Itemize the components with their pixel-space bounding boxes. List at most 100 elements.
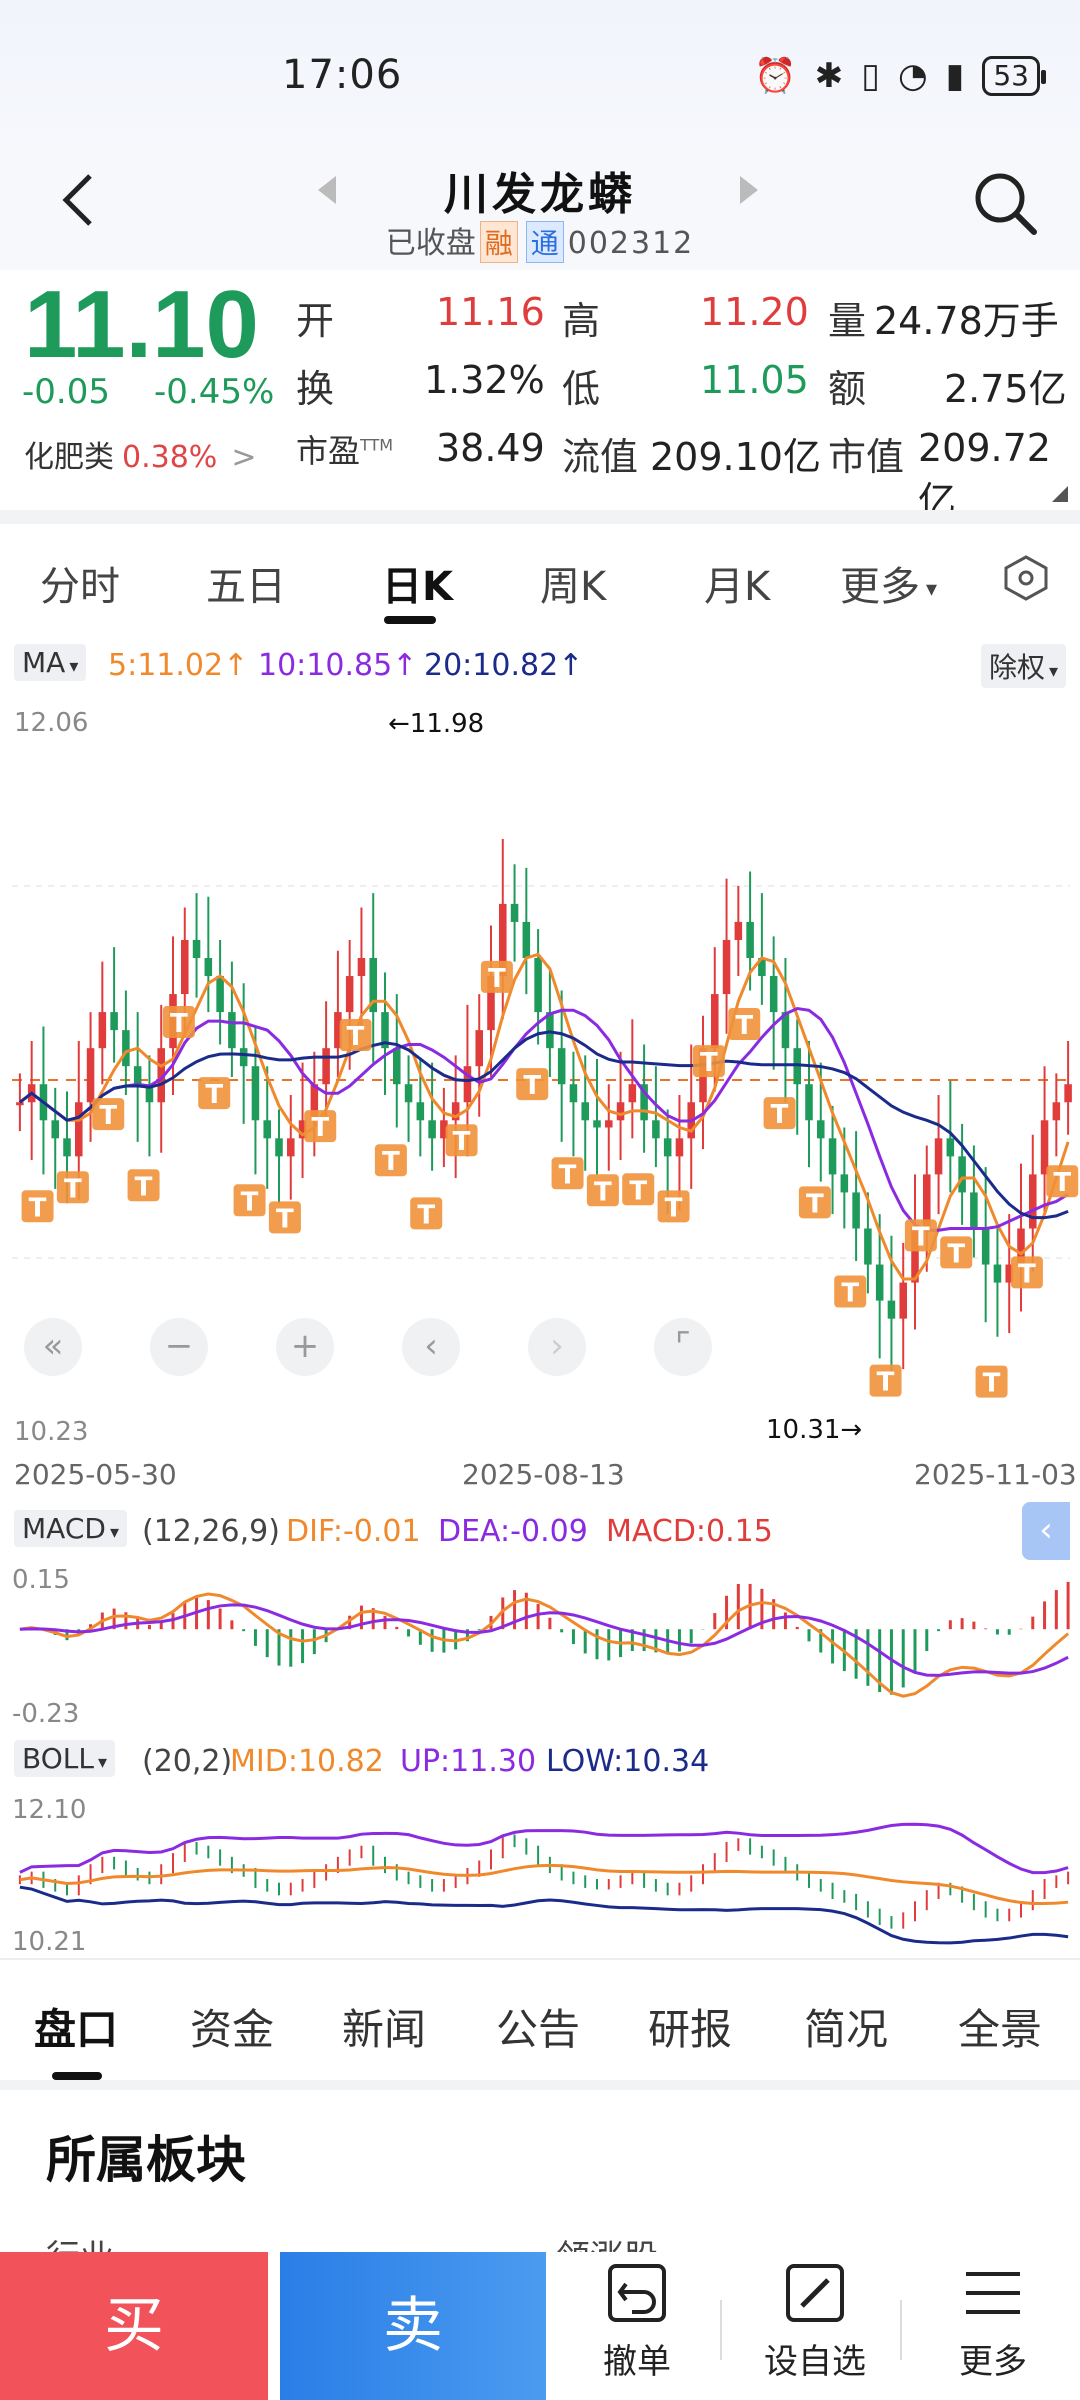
trade-marker-letter: T bbox=[877, 1368, 895, 1398]
candle-body bbox=[181, 939, 189, 995]
boll-select-label: BOLL bbox=[22, 1742, 94, 1775]
tab-research[interactable]: 研报 bbox=[648, 1996, 732, 2057]
macd-chart: 0.15 -0.23 bbox=[12, 1565, 1070, 1729]
high-marker: ←11.98 bbox=[388, 709, 484, 739]
candle-body bbox=[51, 1120, 59, 1139]
adjust-select[interactable]: 除权 ▾ bbox=[980, 644, 1066, 688]
macd-indicator-row: MACD ▾ (12,26,9) DIF:-0.01 DEA:-0.09 MACD… bbox=[0, 1500, 1080, 1560]
tab-weekly-k[interactable]: 周K bbox=[540, 554, 606, 612]
float-cap-value: 209.10亿 bbox=[650, 435, 821, 479]
low-value: 11.05 bbox=[700, 358, 809, 402]
macd-select[interactable]: MACD ▾ bbox=[14, 1510, 127, 1547]
trade-marker-letter: T bbox=[99, 1101, 117, 1131]
edit-icon bbox=[786, 2264, 844, 2322]
signal-icon: ▮ bbox=[945, 56, 965, 96]
tab-orderbook[interactable]: 盘口 bbox=[34, 1996, 118, 2057]
add-favorite-button[interactable]: 设自选 bbox=[730, 2262, 900, 2400]
boll-low: LOW:10.34 bbox=[546, 1744, 710, 1779]
boll-mid-line bbox=[19, 1863, 1069, 1905]
next-stock-arrow-icon[interactable] bbox=[740, 176, 758, 204]
date-start: 2025-05-30 bbox=[14, 1458, 177, 1491]
ma10-line bbox=[18, 1006, 1069, 1232]
candle-body bbox=[722, 939, 731, 995]
period-tabs: 分时 五日 日K 周K 月K 更多 ▾ bbox=[0, 524, 1080, 628]
side-collapse-tab[interactable]: ‹ bbox=[1022, 1502, 1070, 1560]
action-bar: 买 卖 撤单 设自选 更多 bbox=[0, 2252, 1080, 2400]
market-status: 已收盘 bbox=[385, 226, 476, 261]
low-marker: 10.31→ bbox=[766, 1415, 862, 1445]
candle-body bbox=[63, 1138, 71, 1157]
trade-marker-letter: T bbox=[311, 1113, 329, 1143]
tab-five-day[interactable]: 五日 bbox=[206, 554, 286, 612]
trade-marker-letter: T bbox=[488, 964, 506, 994]
zoom-in-button[interactable]: + bbox=[276, 1318, 334, 1376]
tab-daily-k[interactable]: 日K bbox=[382, 554, 453, 612]
tab-monthly-k[interactable]: 月K bbox=[704, 554, 770, 612]
open-label: 开 bbox=[296, 299, 335, 343]
pe-value: 38.49 bbox=[436, 426, 545, 470]
candle-body bbox=[287, 1138, 295, 1157]
caret-down-icon: ▾ bbox=[1048, 661, 1058, 682]
ma10-value: 10:10.85↑ bbox=[258, 648, 418, 683]
candle-body bbox=[593, 1120, 601, 1128]
vibrate-icon: ▯ bbox=[861, 56, 880, 96]
candle-body bbox=[16, 1102, 24, 1106]
candle-body bbox=[828, 1138, 837, 1175]
tab-news[interactable]: 新闻 bbox=[342, 1996, 426, 2057]
trade-marker-letter: T bbox=[700, 1048, 718, 1078]
trade-marker-letter: T bbox=[629, 1176, 647, 1206]
candle-body bbox=[840, 1174, 849, 1193]
sector-link[interactable]: 化肥类 0.38% > bbox=[24, 432, 256, 476]
adjust-label: 除权 bbox=[988, 651, 1045, 684]
turnover-label: 换 bbox=[296, 367, 335, 411]
boll-axis-top: 12.10 bbox=[12, 1795, 86, 1825]
macd-value: MACD:0.15 bbox=[606, 1514, 773, 1549]
settings-hexagon-icon[interactable] bbox=[1002, 554, 1050, 602]
menu-icon bbox=[966, 2272, 1020, 2314]
candle-body bbox=[122, 1030, 130, 1067]
volume-value: 24.78万手 bbox=[874, 299, 1059, 343]
macd-axis-top: 0.15 bbox=[12, 1565, 70, 1595]
more-menu-button[interactable]: 更多 bbox=[908, 2262, 1078, 2400]
cancel-order-button[interactable]: 撤单 bbox=[552, 2262, 722, 2400]
boll-low-line bbox=[19, 1885, 1069, 1945]
expand-corner-icon[interactable] bbox=[1052, 486, 1068, 502]
candle-body bbox=[216, 976, 224, 1013]
trade-marker-letter: T bbox=[983, 1369, 1001, 1399]
tab-overview[interactable]: 全景 bbox=[958, 1996, 1042, 2057]
candle-body bbox=[86, 1048, 95, 1103]
candle-body bbox=[569, 1084, 578, 1103]
sell-button[interactable]: 卖 bbox=[280, 2252, 546, 2400]
candles bbox=[16, 838, 1072, 1373]
buy-button[interactable]: 买 bbox=[0, 2252, 268, 2400]
section-title: 所属板块 bbox=[46, 2131, 246, 2189]
candle-body bbox=[110, 1012, 118, 1031]
candle-body bbox=[251, 1066, 260, 1121]
tab-profile[interactable]: 简况 bbox=[804, 1996, 888, 2057]
stock-subline: 已收盘融通 002312 bbox=[0, 218, 1080, 263]
macd-axis-bottom: -0.23 bbox=[12, 1699, 79, 1729]
amount-label: 额 bbox=[828, 367, 867, 411]
tab-intraday[interactable]: 分时 bbox=[40, 554, 120, 612]
quote-panel: 11.10 -0.05 -0.45% 化肥类 0.38% > 开 11.16 高 1… bbox=[0, 270, 1080, 523]
tab-announcements[interactable]: 公告 bbox=[496, 1996, 580, 2057]
trade-marker-letter: T bbox=[523, 1071, 541, 1101]
scroll-start-button[interactable]: « bbox=[24, 1318, 82, 1376]
scroll-right-button[interactable]: › bbox=[528, 1318, 586, 1376]
tab-capital[interactable]: 资金 bbox=[190, 1996, 274, 2057]
search-icon[interactable] bbox=[970, 168, 1040, 238]
tab-more[interactable]: 更多 ▾ bbox=[840, 554, 937, 612]
high-label: 高 bbox=[562, 299, 601, 343]
scroll-left-button[interactable]: ‹ bbox=[402, 1318, 460, 1376]
ma-select[interactable]: MA ▾ bbox=[14, 644, 87, 681]
boll-indicator-row: BOLL ▾ (20,2) MID:10.82 UP:11.30 LOW:10.3… bbox=[0, 1730, 1080, 1790]
candle-body bbox=[769, 976, 778, 1013]
fullscreen-button[interactable]: ⌜ bbox=[654, 1318, 712, 1376]
macd-dea: DEA:-0.09 bbox=[438, 1514, 588, 1549]
sector-pct: 0.38% bbox=[122, 440, 218, 475]
price-change-pct: -0.45% bbox=[154, 372, 275, 412]
zoom-out-button[interactable]: − bbox=[150, 1318, 208, 1376]
candle-body bbox=[98, 1012, 107, 1049]
candle-body bbox=[475, 1030, 483, 1067]
boll-select[interactable]: BOLL ▾ bbox=[14, 1740, 116, 1777]
